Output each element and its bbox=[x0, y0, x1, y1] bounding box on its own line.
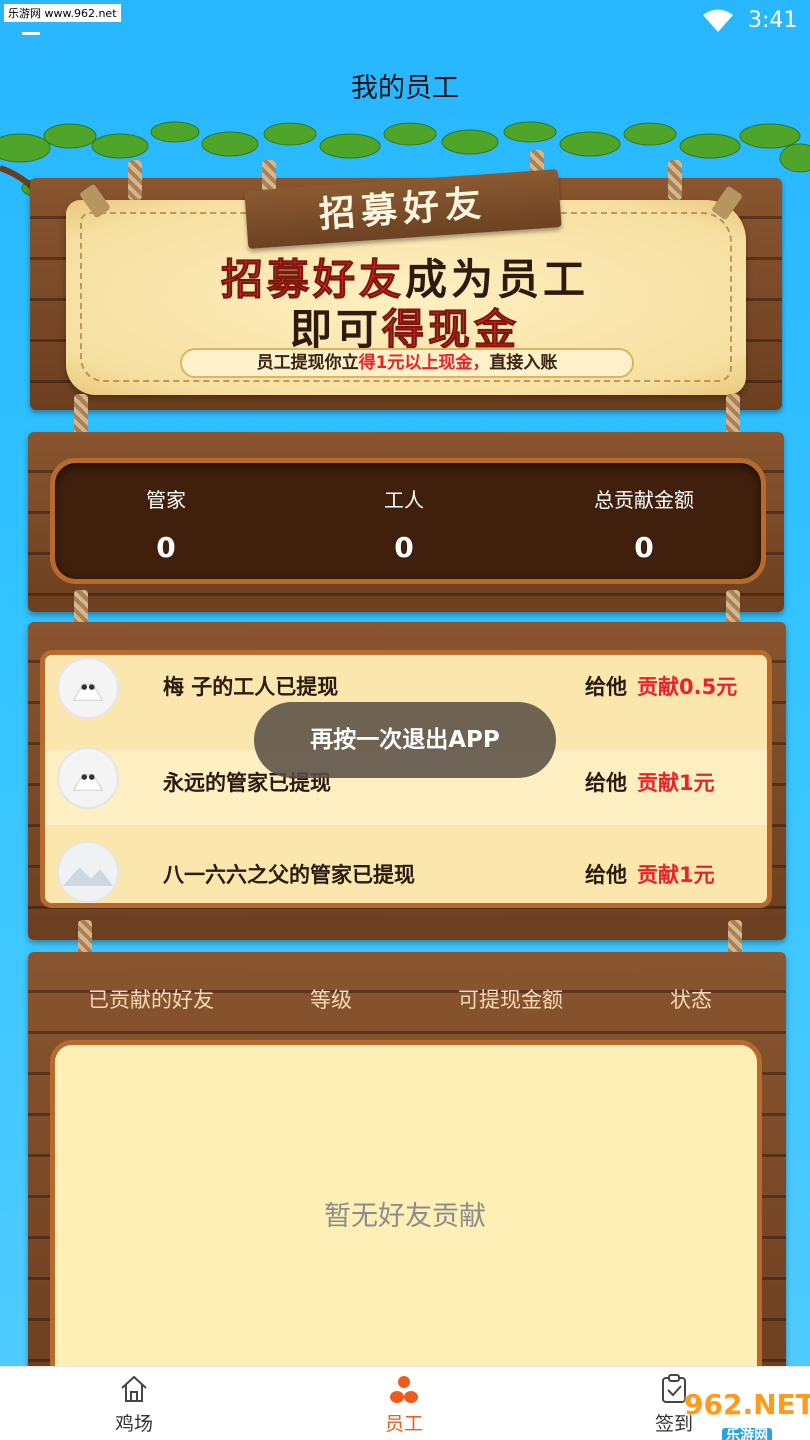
stat-workers: 工人 0 bbox=[304, 484, 504, 564]
reward-pill: 员工提现你立得1元以上现金，直接入账 bbox=[180, 348, 634, 378]
avatar bbox=[57, 841, 119, 903]
pill-text-red: 得1元以上现金， bbox=[358, 353, 490, 373]
headline-dark: 即可 bbox=[289, 305, 382, 354]
column-header-status: 状态 bbox=[670, 988, 712, 1012]
employees-icon bbox=[390, 1376, 418, 1403]
rope bbox=[128, 160, 142, 200]
site-watermark: 962.NET 乐游网 bbox=[684, 1388, 810, 1440]
headline-red: 得现金 bbox=[381, 305, 521, 355]
withdraw-feed: 梅 子的工人已提现 给他 贡献0.5元 永远的管家已提现 给他 贡献1元 八一六… bbox=[40, 650, 772, 908]
page-title: 我的员工 bbox=[351, 73, 459, 104]
nav-label: 鸡场 bbox=[114, 1413, 153, 1435]
column-header-level: 等级 bbox=[310, 988, 352, 1012]
stat-total-contribution: 总贡献金额 0 bbox=[544, 484, 744, 564]
watermark-brand: 962.NET bbox=[684, 1388, 810, 1421]
status-bar: 乐游网 www.962.net 3:41 bbox=[0, 0, 810, 44]
nav-item-farm[interactable]: 鸡场 bbox=[64, 1367, 204, 1440]
column-header-friend: 已贡献的好友 bbox=[88, 988, 214, 1012]
stat-label: 总贡献金额 bbox=[594, 488, 694, 512]
pill-text: 直接入账 bbox=[489, 353, 558, 373]
feed-contribution: 贡献1元 bbox=[637, 771, 715, 795]
watermark-sub: 乐游网 bbox=[722, 1428, 772, 1440]
list-item: 八一六六之父的管家已提现 给他 贡献1元 bbox=[45, 825, 767, 903]
feed-give: 给他 bbox=[585, 771, 627, 795]
avatar bbox=[57, 747, 119, 809]
exit-toast: 再按一次退出APP bbox=[254, 702, 556, 778]
stat-value: 0 bbox=[156, 531, 176, 564]
feed-text: 梅 子的工人已提现 bbox=[163, 675, 339, 699]
feed-text: 八一六六之父的管家已提现 bbox=[163, 863, 415, 887]
stat-stewards: 管家 0 bbox=[66, 484, 266, 564]
stat-label: 工人 bbox=[384, 488, 424, 512]
home-icon bbox=[121, 1375, 147, 1402]
stat-value: 0 bbox=[634, 531, 654, 564]
wifi-icon bbox=[703, 9, 733, 32]
column-header-withdrawable: 可提现金额 bbox=[458, 988, 563, 1012]
feed-contribution: 贡献0.5元 bbox=[637, 675, 738, 699]
feed-give: 给他 bbox=[585, 675, 627, 699]
nav-label: 员工 bbox=[384, 1413, 423, 1435]
feed-give: 给他 bbox=[585, 863, 627, 887]
menu-icon[interactable] bbox=[20, 22, 42, 36]
avatar bbox=[57, 657, 119, 719]
rope bbox=[668, 160, 682, 200]
watermark-label: 乐游网 www.962.net bbox=[4, 4, 121, 22]
stat-value: 0 bbox=[394, 531, 414, 564]
pill-text: 员工提现你立 bbox=[256, 353, 359, 373]
nav-item-employees[interactable]: 员工 bbox=[334, 1367, 474, 1440]
clock: 3:41 bbox=[748, 8, 798, 33]
stat-label: 管家 bbox=[146, 488, 186, 512]
empty-state: 暂无好友贡献 bbox=[324, 1201, 486, 1232]
feed-contribution: 贡献1元 bbox=[637, 863, 715, 887]
